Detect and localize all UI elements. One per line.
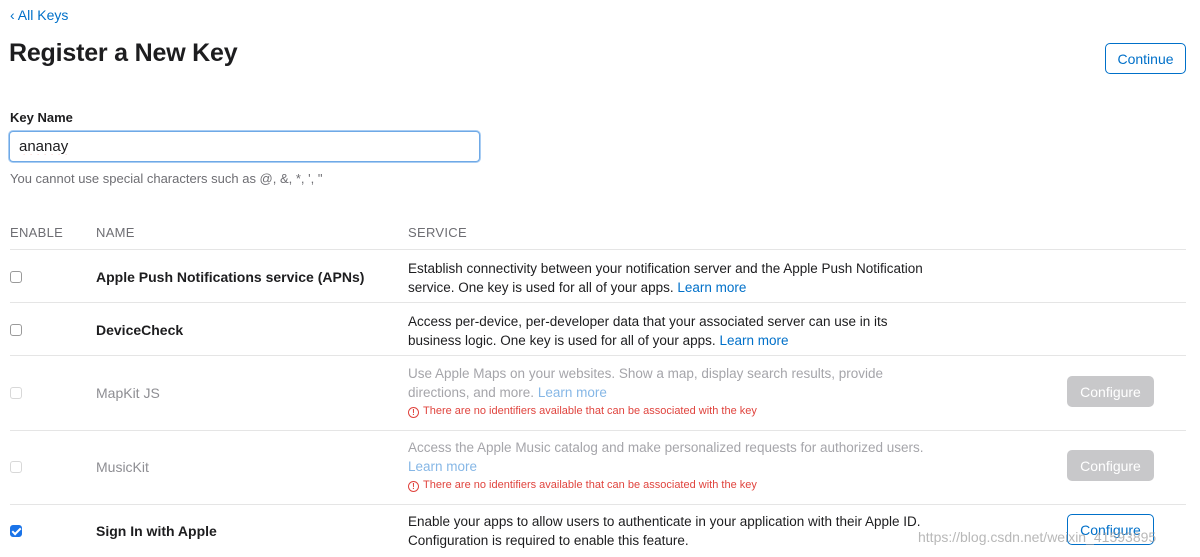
- enable-checkbox-devicecheck[interactable]: [10, 324, 22, 336]
- key-name-hint: You cannot use special characters such a…: [10, 171, 323, 186]
- enable-checkbox-sign-in-with-apple[interactable]: [10, 525, 22, 537]
- warning-message: ! There are no identifiers available that…: [408, 405, 757, 418]
- warning-text: There are no identifiers available that …: [423, 479, 757, 491]
- enable-checkbox-musickit: [10, 461, 22, 473]
- continue-button[interactable]: Continue: [1105, 43, 1186, 74]
- service-desc-text: Establish connectivity between your noti…: [408, 261, 923, 295]
- alert-circle-icon: !: [408, 407, 419, 418]
- enable-checkbox-mapkit-js: [10, 387, 22, 399]
- configure-button-musickit: Configure: [1067, 450, 1154, 481]
- learn-more-link[interactable]: Learn more: [538, 385, 607, 400]
- key-name-input[interactable]: [9, 131, 480, 162]
- service-desc-devicecheck: Access per-device, per-developer data th…: [408, 312, 928, 350]
- warning-message: ! There are no identifiers available that…: [408, 479, 757, 492]
- learn-more-link[interactable]: Learn more: [677, 280, 746, 295]
- service-name-musickit: MusicKit: [96, 459, 149, 475]
- learn-more-link[interactable]: Learn more: [719, 333, 788, 348]
- divider: [10, 302, 1186, 303]
- service-desc-mapkit-js: Use Apple Maps on your websites. Show a …: [408, 364, 928, 402]
- configure-button-mapkit-js: Configure: [1067, 376, 1154, 407]
- column-header-service: SERVICE: [408, 225, 467, 240]
- learn-more-link[interactable]: Learn more: [408, 459, 477, 474]
- warning-text: There are no identifiers available that …: [423, 405, 757, 417]
- service-desc-text: Use Apple Maps on your websites. Show a …: [408, 366, 883, 400]
- back-link-all-keys[interactable]: ‹ All Keys: [10, 7, 68, 23]
- alert-circle-icon: !: [408, 481, 419, 492]
- service-name-mapkit-js: MapKit JS: [96, 385, 160, 401]
- divider: [10, 430, 1186, 431]
- page-title: Register a New Key: [9, 39, 238, 67]
- divider: [10, 249, 1186, 250]
- column-header-enable: ENABLE: [10, 225, 64, 240]
- column-header-name: NAME: [96, 225, 135, 240]
- watermark: https://blog.csdn.net/weixin_41593895: [918, 529, 1157, 545]
- service-name-devicecheck: DeviceCheck: [96, 322, 184, 338]
- service-name-apns: Apple Push Notifications service (APNs): [96, 269, 365, 285]
- divider: [10, 504, 1186, 505]
- enable-checkbox-apns[interactable]: [10, 271, 22, 283]
- service-desc-musickit: Access the Apple Music catalog and make …: [408, 438, 928, 476]
- service-desc-sign-in-with-apple: Enable your apps to allow users to authe…: [408, 512, 928, 550]
- service-desc-text: Access per-device, per-developer data th…: [408, 314, 888, 348]
- divider: [10, 355, 1186, 356]
- service-desc-text: Access the Apple Music catalog and make …: [408, 440, 924, 455]
- service-desc-apns: Establish connectivity between your noti…: [408, 259, 928, 297]
- service-name-sign-in-with-apple: Sign In with Apple: [96, 523, 217, 539]
- key-name-label: Key Name: [10, 110, 73, 125]
- service-desc-text: Enable your apps to allow users to authe…: [408, 514, 921, 548]
